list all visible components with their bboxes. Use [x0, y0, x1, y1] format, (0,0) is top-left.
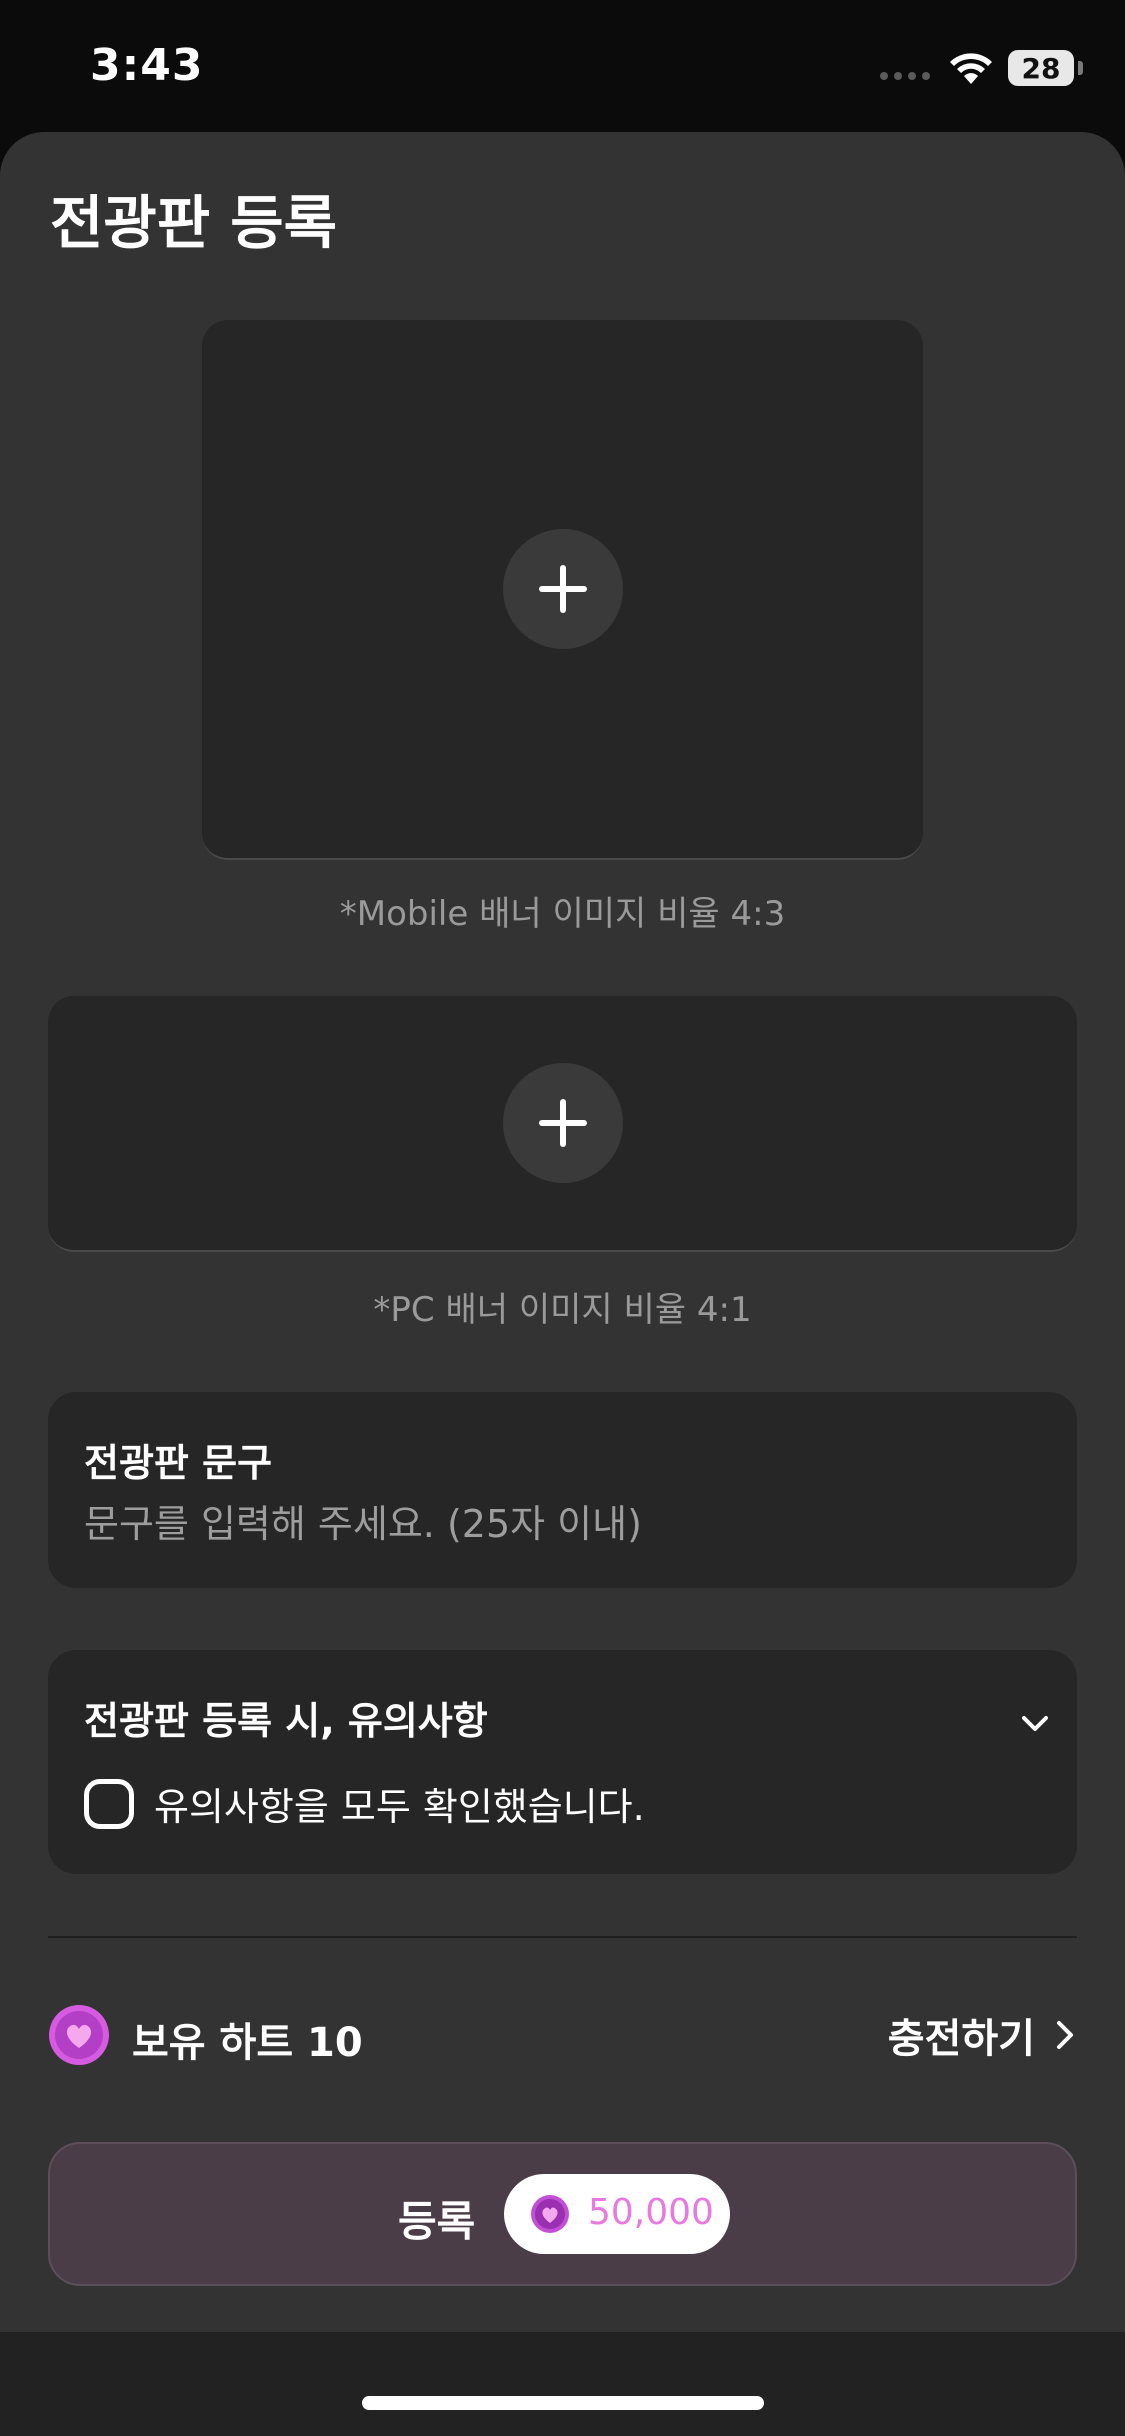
heart-coin-icon: [49, 2005, 109, 2065]
confirm-notice-row[interactable]: 유의사항을 모두 확인했습니다.: [84, 1776, 645, 1831]
home-indicator[interactable]: [362, 2396, 764, 2410]
battery-tip: [1078, 61, 1083, 75]
mobile-banner-upload[interactable]: [202, 320, 923, 860]
owned-hearts-row: 보유 하트 10 충전하기: [48, 2000, 1077, 2070]
register-button[interactable]: 등록 50,000: [48, 2142, 1077, 2286]
pc-banner-upload[interactable]: [48, 996, 1077, 1252]
page-title: 전광판 등록: [50, 189, 337, 257]
home-indicator-area: [0, 2332, 1125, 2436]
add-mobile-image-button[interactable]: [502, 529, 623, 649]
battery-icon: 28: [1008, 50, 1074, 86]
add-pc-image-button[interactable]: [502, 1063, 623, 1183]
divider: [48, 1936, 1077, 1938]
heart-coin-icon: [531, 2195, 569, 2233]
cellular-signal-icon: [880, 72, 930, 80]
phrase-input[interactable]: [84, 1496, 1034, 1552]
status-bar: 3:43 28: [0, 0, 1125, 132]
price-badge: 50,000: [504, 2174, 730, 2254]
phrase-label: 전광판 문구: [84, 1441, 273, 1485]
chevron-right-icon: [1057, 2021, 1073, 2049]
plus-icon: [538, 565, 587, 613]
wifi-icon: [950, 53, 992, 84]
register-billboard-sheet: 전광판 등록 *Mobile 배너 이미지 비율 4:3 *PC 배너 이미지 …: [0, 132, 1125, 2332]
plus-icon: [538, 1099, 587, 1147]
confirm-notice-checkbox[interactable]: [84, 1778, 134, 1829]
price-value: 50,000: [588, 2192, 714, 2233]
charge-label: 충전하기: [887, 2016, 1035, 2062]
register-label: 등록: [398, 2197, 476, 2246]
pc-banner-caption: *PC 배너 이미지 비율 4:1: [373, 1290, 752, 1330]
phrase-card: 전광판 문구: [48, 1392, 1077, 1588]
status-time: 3:43: [90, 40, 204, 91]
charge-link[interactable]: 충전하기: [888, 2006, 1077, 2064]
screen: 3:43 28 전광판 등록 *Mobile 배너 이미지 비율 4:3 *PC…: [0, 0, 1125, 2436]
confirm-notice-label: 유의사항을 모두 확인했습니다.: [154, 1785, 645, 1829]
owned-hearts-label: 보유 하트 10: [132, 2020, 363, 2066]
notice-toggle[interactable]: 전광판 등록 시, 유의사항: [84, 1690, 488, 1745]
chevron-down-icon[interactable]: [1018, 1706, 1052, 1740]
mobile-banner-caption: *Mobile 배너 이미지 비율 4:3: [339, 894, 786, 934]
notice-card: 전광판 등록 시, 유의사항 유의사항을 모두 확인했습니다.: [48, 1650, 1077, 1874]
